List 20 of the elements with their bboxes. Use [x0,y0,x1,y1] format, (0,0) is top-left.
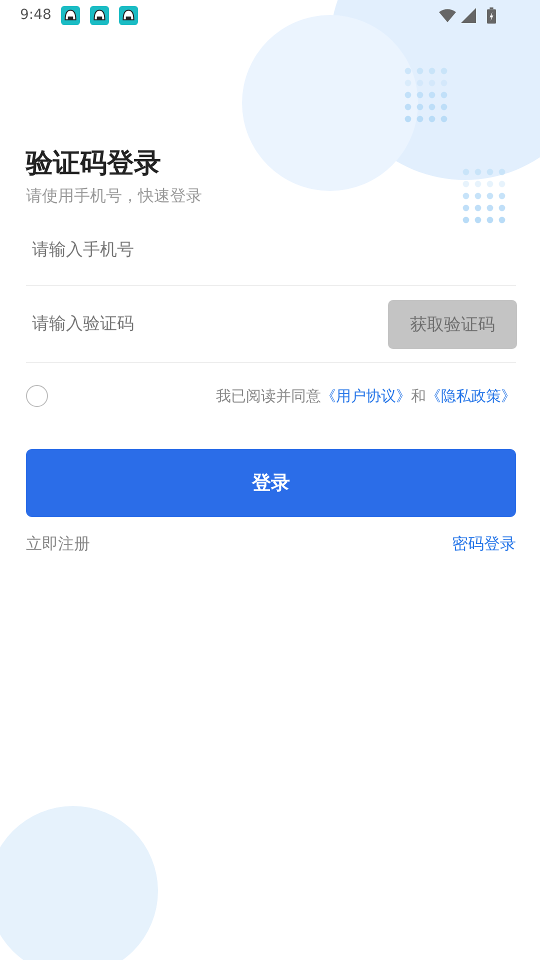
app-notification-icon [119,6,138,24]
dot-pattern-drawing [462,168,506,224]
dot-pattern-drawing [404,67,448,123]
code-input-field[interactable]: 请输入验证码 [26,314,388,334]
privacy-policy-link[interactable]: 《隐私政策》 [426,386,516,405]
app-notification-icon [61,6,80,24]
register-link[interactable]: 立即注册 [26,534,90,556]
phone-input-field[interactable]: 请输入手机号 [26,240,516,260]
user-agreement-link[interactable]: 《用户协议》 [321,386,411,405]
login-button[interactable]: 登录 [26,449,516,518]
battery-icon [487,6,496,24]
password-login-link[interactable]: 密码登录 [452,534,516,556]
page-subtitle: 请使用手机号，快速登录 [26,186,203,208]
agreement-checkbox[interactable] [26,385,48,408]
signal-icon [460,8,477,22]
wifi-icon [439,8,456,22]
status-time: 9:48 [20,7,52,23]
agreement-text: 我已阅读并同意《用户协议》和《隐私政策》 [216,386,516,406]
app-notification-icon [90,6,110,24]
page-title: 验证码登录 [26,148,162,180]
